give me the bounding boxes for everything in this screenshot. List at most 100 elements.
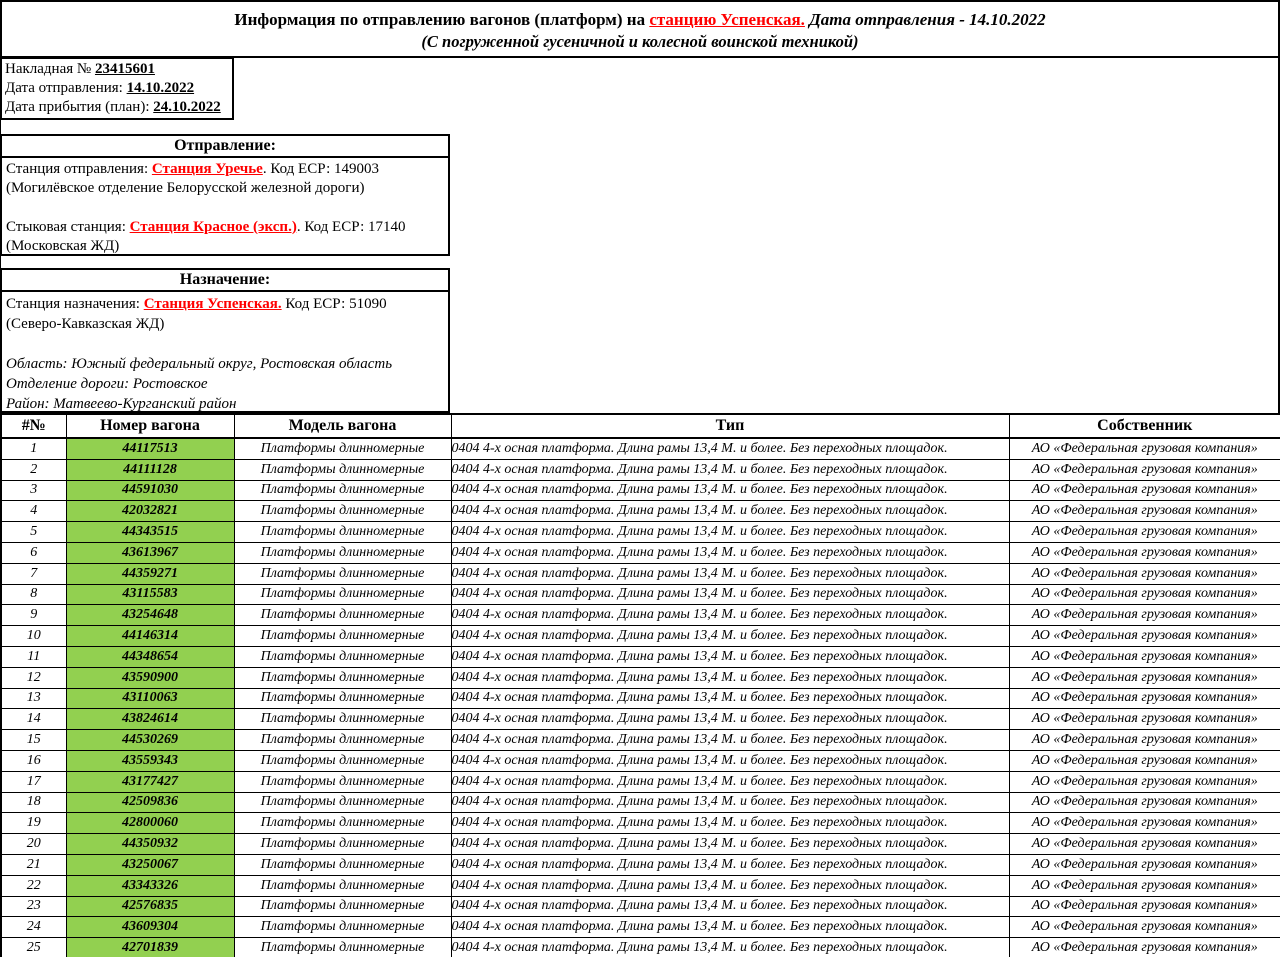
table-row: 1443824614Платформы длинномерные0404 4-х… bbox=[1, 709, 1280, 730]
row-number-cell: 6 bbox=[1, 542, 66, 563]
row-number-cell: 16 bbox=[1, 750, 66, 771]
row-number-cell: 22 bbox=[1, 875, 66, 896]
table-row: 1643559343Платформы длинномерные0404 4-х… bbox=[1, 750, 1280, 771]
table-row: 144117513Платформы длинномерные0404 4-х … bbox=[1, 438, 1280, 459]
wagon-number-cell: 44348654 bbox=[66, 646, 234, 667]
table-row: 843115583Платформы длинномерные0404 4-х … bbox=[1, 584, 1280, 605]
arrival-date-line: Дата прибытия (план): 24.10.2022 bbox=[5, 98, 229, 117]
table-row: 442032821Платформы длинномерные0404 4-х … bbox=[1, 501, 1280, 522]
row-number-cell: 25 bbox=[1, 938, 66, 957]
col-header-owner: Собственник bbox=[1009, 414, 1280, 438]
junction-station-link[interactable]: Станция Красное (эксп.) bbox=[130, 219, 297, 235]
wagon-type-cell: 0404 4-х осная платформа. Длина рамы 13,… bbox=[451, 626, 1009, 647]
arrival-date-label: Дата прибытия (план): bbox=[5, 99, 153, 115]
title-prefix: Информация по отправлению вагонов (платф… bbox=[234, 10, 649, 29]
wagon-model-cell: Платформы длинномерные bbox=[234, 626, 451, 647]
table-row: 1942800060Платформы длинномерные0404 4-х… bbox=[1, 813, 1280, 834]
departure-date-line: Дата отправления: 14.10.2022 bbox=[5, 79, 229, 98]
departure-date-label: Дата отправления: bbox=[5, 80, 127, 96]
destination-box: Назначение: Станция назначения: Станция … bbox=[0, 268, 450, 413]
col-header-wagon-model: Модель вагона bbox=[234, 414, 451, 438]
table-row: 544343515Платформы длинномерные0404 4-х … bbox=[1, 522, 1280, 543]
wagon-number-cell: 43590900 bbox=[66, 667, 234, 688]
destination-station-link[interactable]: Станция Успенская. bbox=[144, 296, 282, 312]
wagon-type-cell: 0404 4-х осная платформа. Длина рамы 13,… bbox=[451, 522, 1009, 543]
row-number-cell: 15 bbox=[1, 730, 66, 751]
wagon-model-cell: Платформы длинномерные bbox=[234, 813, 451, 834]
wagon-model-cell: Платформы длинномерные bbox=[234, 563, 451, 584]
wagon-type-cell: 0404 4-х осная платформа. Длина рамы 13,… bbox=[451, 938, 1009, 957]
wagon-model-cell: Платформы длинномерные bbox=[234, 834, 451, 855]
wagon-owner-cell: АО «Федеральная грузовая компания» bbox=[1009, 709, 1280, 730]
wagon-model-cell: Платформы длинномерные bbox=[234, 709, 451, 730]
departure-date-value: 14.10.2022 bbox=[127, 80, 195, 96]
table-row: 1144348654Платформы длинномерные0404 4-х… bbox=[1, 646, 1280, 667]
wagon-table-body: 144117513Платформы длинномерные0404 4-х … bbox=[1, 438, 1280, 957]
wagon-owner-cell: АО «Федеральная грузовая компания» bbox=[1009, 646, 1280, 667]
wagon-owner-cell: АО «Федеральная грузовая компания» bbox=[1009, 917, 1280, 938]
row-number-cell: 17 bbox=[1, 771, 66, 792]
row-number-cell: 11 bbox=[1, 646, 66, 667]
departure-station-code: . Код ЕСР: 149003 bbox=[263, 161, 379, 177]
wagon-type-cell: 0404 4-х осная платформа. Длина рамы 13,… bbox=[451, 792, 1009, 813]
departure-station-link[interactable]: Станция Уречье bbox=[152, 161, 263, 177]
wagon-model-cell: Платформы длинномерные bbox=[234, 792, 451, 813]
wagon-type-cell: 0404 4-х осная платформа. Длина рамы 13,… bbox=[451, 459, 1009, 480]
wagon-number-cell: 43115583 bbox=[66, 584, 234, 605]
wagon-number-cell: 43343326 bbox=[66, 875, 234, 896]
table-row: 2542701839Платформы длинномерные0404 4-х… bbox=[1, 938, 1280, 957]
title-destination-station-link[interactable]: станцию Успенская. bbox=[649, 10, 805, 29]
wagon-owner-cell: АО «Федеральная грузовая компания» bbox=[1009, 875, 1280, 896]
col-header-wagon-number: Номер вагона bbox=[66, 414, 234, 438]
destination-station-label: Станция назначения: bbox=[6, 296, 144, 312]
wagon-model-cell: Платформы длинномерные bbox=[234, 605, 451, 626]
wagon-model-cell: Платформы длинномерные bbox=[234, 438, 451, 459]
wagon-type-cell: 0404 4-х осная платформа. Длина рамы 13,… bbox=[451, 480, 1009, 501]
col-header-type: Тип bbox=[451, 414, 1009, 438]
wagon-owner-cell: АО «Федеральная грузовая компания» bbox=[1009, 501, 1280, 522]
wagon-type-cell: 0404 4-х осная платформа. Длина рамы 13,… bbox=[451, 730, 1009, 751]
wagon-owner-cell: АО «Федеральная грузовая компания» bbox=[1009, 626, 1280, 647]
wagon-model-cell: Платформы длинномерные bbox=[234, 854, 451, 875]
wagon-number-cell: 43110063 bbox=[66, 688, 234, 709]
wagon-owner-cell: АО «Федеральная грузовая компания» bbox=[1009, 896, 1280, 917]
wagon-model-cell: Платформы длинномерные bbox=[234, 480, 451, 501]
wagon-owner-cell: АО «Федеральная грузовая компания» bbox=[1009, 542, 1280, 563]
wagon-number-cell: 43250067 bbox=[66, 854, 234, 875]
destination-box-body: Станция назначения: Станция Успенская. К… bbox=[2, 292, 448, 414]
title-departure-date: Дата отправления - 14.10.2022 bbox=[805, 10, 1046, 29]
wagon-owner-cell: АО «Федеральная грузовая компания» bbox=[1009, 792, 1280, 813]
wagon-model-cell: Платформы длинномерные bbox=[234, 459, 451, 480]
wagon-number-cell: 44359271 bbox=[66, 563, 234, 584]
wagon-model-cell: Платформы длинномерные bbox=[234, 875, 451, 896]
table-row: 643613967Платформы длинномерные0404 4-х … bbox=[1, 542, 1280, 563]
table-row: 2443609304Платформы длинномерные0404 4-х… bbox=[1, 917, 1280, 938]
departure-station-line: Станция отправления: Станция Уречье. Код… bbox=[6, 160, 444, 179]
waybill-info-box: Накладная № 23415601 Дата отправления: 1… bbox=[0, 57, 234, 120]
wagon-model-cell: Платформы длинномерные bbox=[234, 917, 451, 938]
wagon-model-cell: Платформы длинномерные bbox=[234, 938, 451, 957]
destination-district-line: Район: Матвеево-Курганский район bbox=[6, 394, 444, 414]
row-number-cell: 24 bbox=[1, 917, 66, 938]
wagon-type-cell: 0404 4-х осная платформа. Длина рамы 13,… bbox=[451, 896, 1009, 917]
arrival-date-value: 24.10.2022 bbox=[153, 99, 221, 115]
wagon-type-cell: 0404 4-х осная платформа. Длина рамы 13,… bbox=[451, 563, 1009, 584]
table-row: 1243590900Платформы длинномерные0404 4-х… bbox=[1, 667, 1280, 688]
row-number-cell: 13 bbox=[1, 688, 66, 709]
table-row: 2342576835Платформы длинномерные0404 4-х… bbox=[1, 896, 1280, 917]
table-row: 1743177427Платформы длинномерные0404 4-х… bbox=[1, 771, 1280, 792]
table-row: 943254648Платформы длинномерные0404 4-х … bbox=[1, 605, 1280, 626]
wagon-type-cell: 0404 4-х осная платформа. Длина рамы 13,… bbox=[451, 667, 1009, 688]
departure-box: Отправление: Станция отправления: Станци… bbox=[0, 134, 450, 256]
destination-station-code: Код ЕСР: 51090 bbox=[282, 296, 387, 312]
wagon-model-cell: Платформы длинномерные bbox=[234, 688, 451, 709]
shipment-document: Информация по отправлению вагонов (платф… bbox=[0, 0, 1280, 957]
wagon-type-cell: 0404 4-х осная платформа. Длина рамы 13,… bbox=[451, 854, 1009, 875]
wagon-type-cell: 0404 4-х осная платформа. Длина рамы 13,… bbox=[451, 688, 1009, 709]
wagon-number-cell: 43177427 bbox=[66, 771, 234, 792]
wagon-owner-cell: АО «Федеральная грузовая компания» bbox=[1009, 730, 1280, 751]
wagon-owner-cell: АО «Федеральная грузовая компания» bbox=[1009, 938, 1280, 957]
wagon-owner-cell: АО «Федеральная грузовая компания» bbox=[1009, 584, 1280, 605]
departure-station-note: (Могилёвское отделение Белорусской желез… bbox=[6, 179, 444, 198]
document-title-line1: Информация по отправлению вагонов (платф… bbox=[2, 9, 1278, 31]
